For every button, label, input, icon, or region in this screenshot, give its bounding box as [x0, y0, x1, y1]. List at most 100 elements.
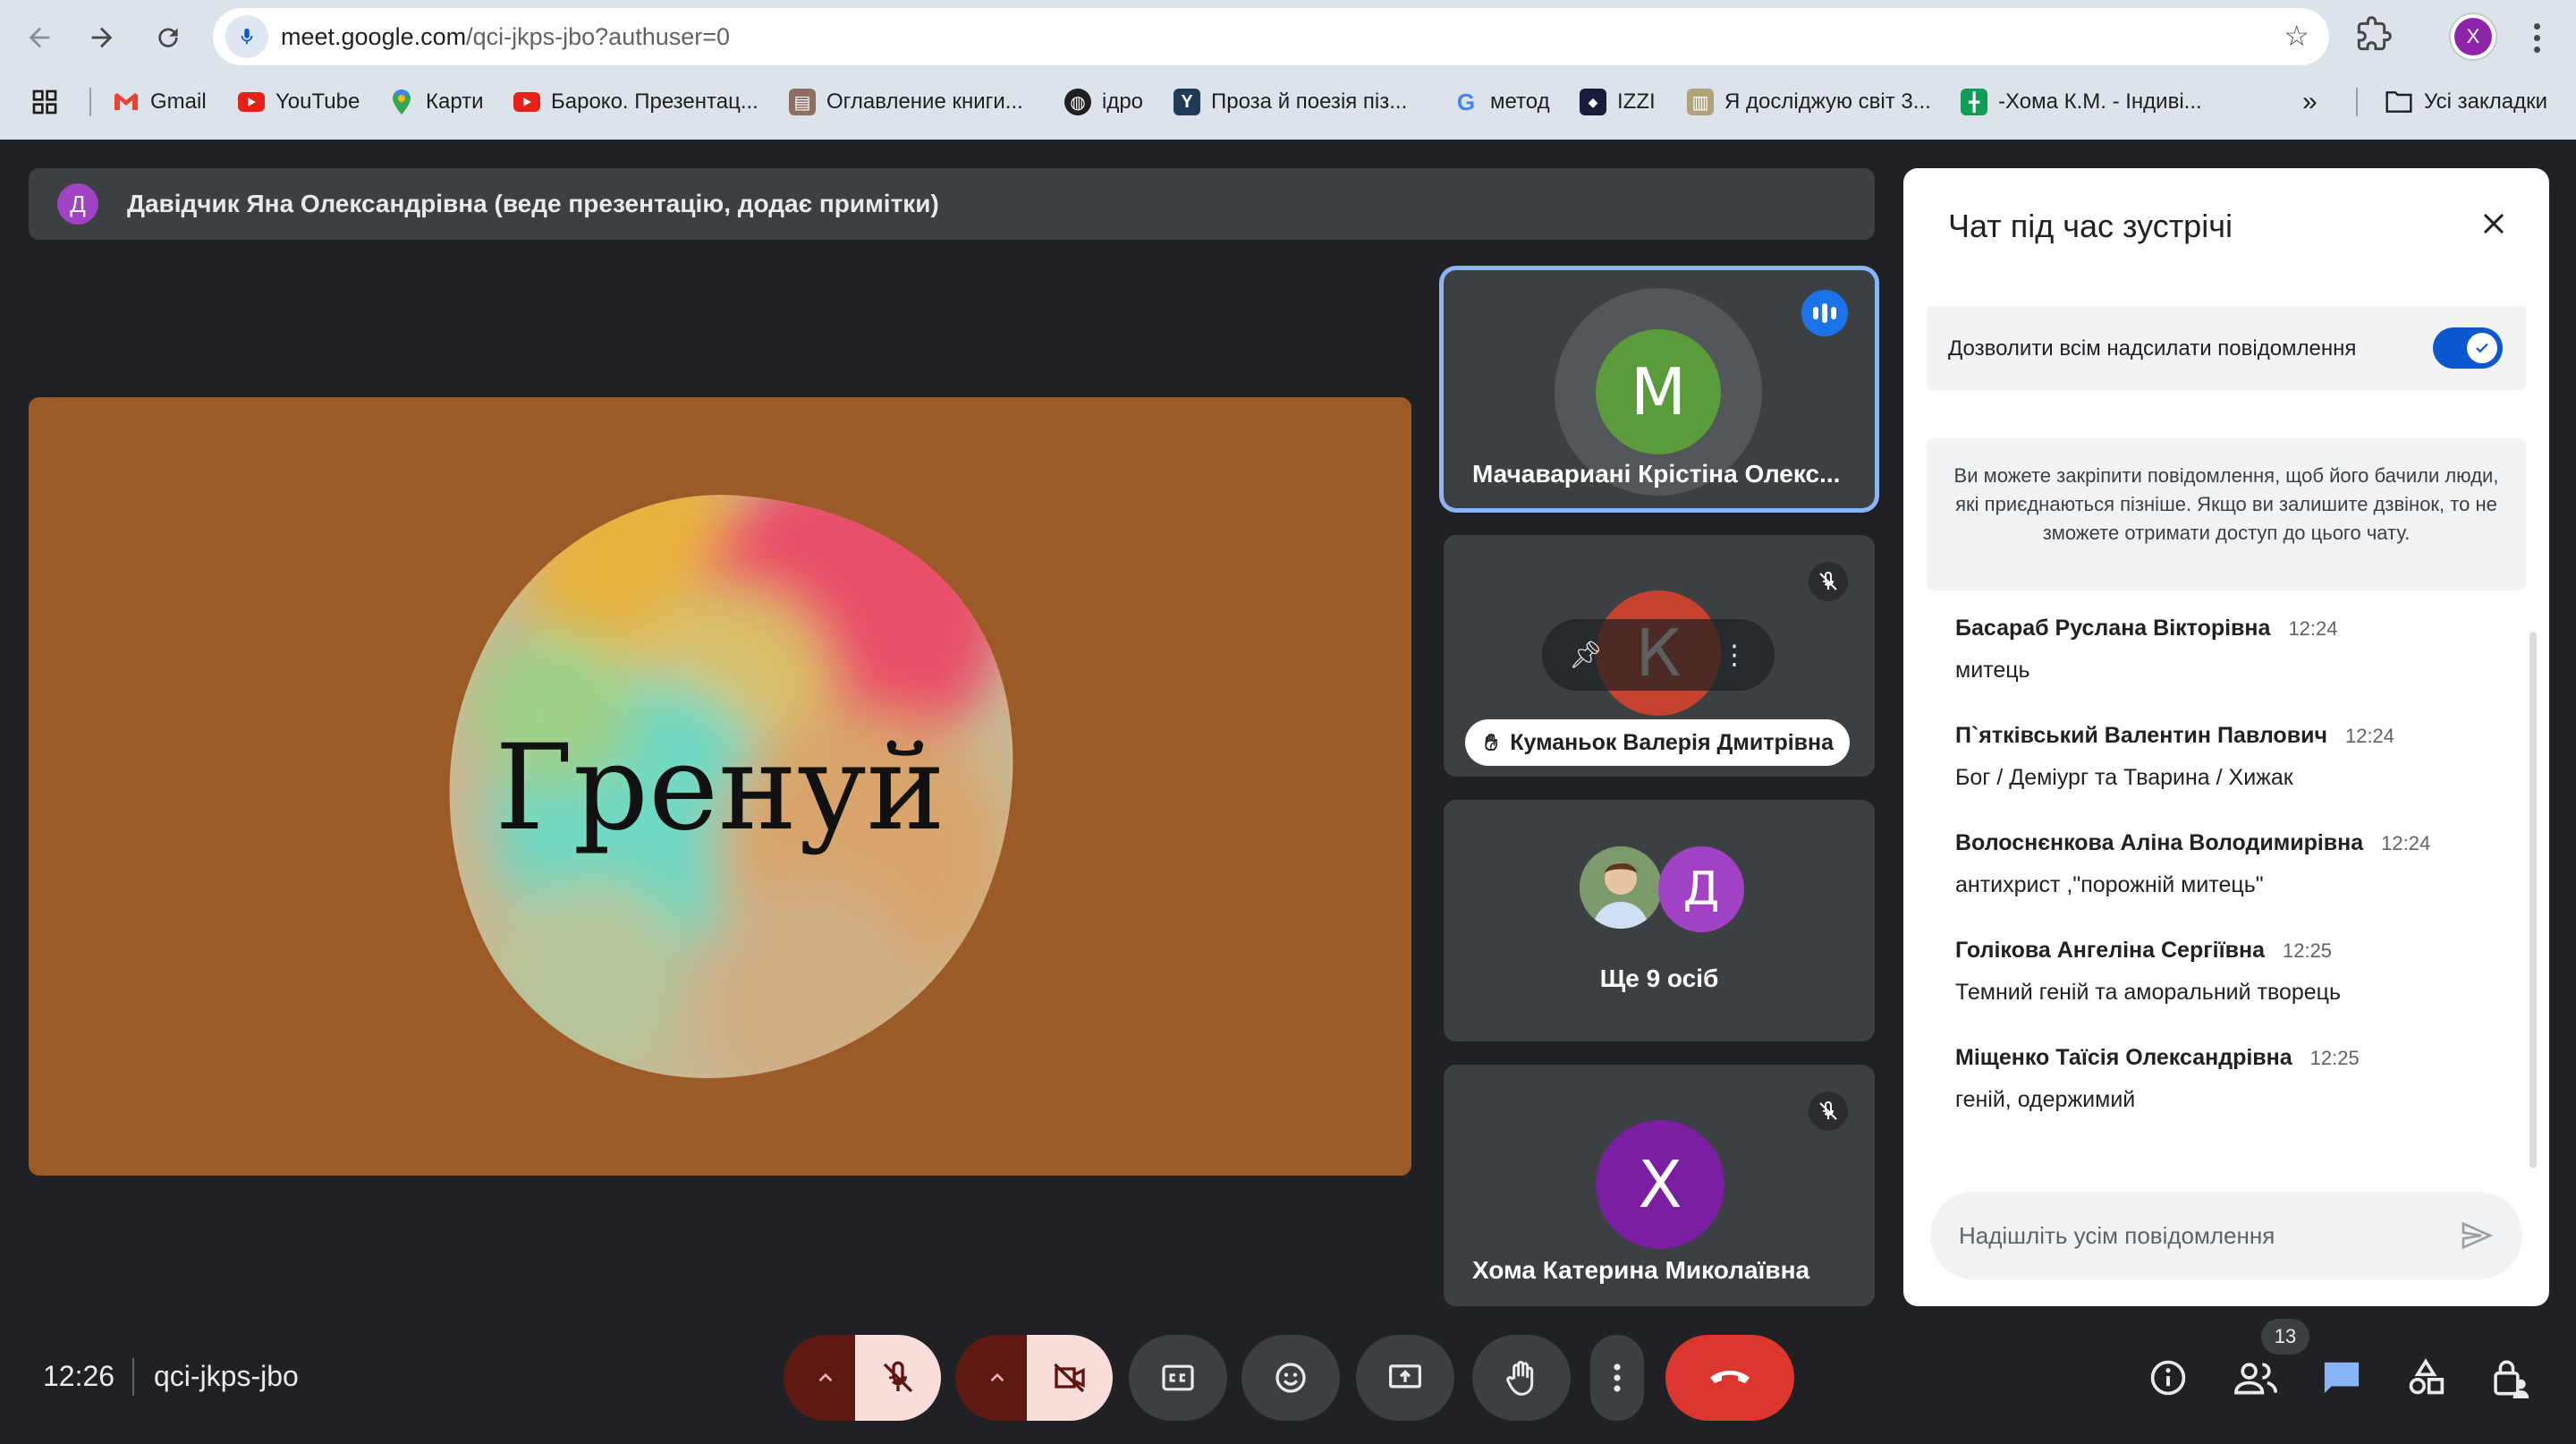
- send-message-button[interactable]: [2456, 1215, 2497, 1256]
- camera-toggle-button[interactable]: [1027, 1335, 1113, 1421]
- reload-button[interactable]: [143, 13, 193, 63]
- participant-tile[interactable]: М Мачавариані Крістіна Олекс...: [1444, 270, 1875, 508]
- meeting-details-button[interactable]: [2141, 1351, 2195, 1405]
- participant-avatar: Х: [1596, 1120, 1724, 1249]
- captions-button[interactable]: [1129, 1335, 1227, 1421]
- chat-message: П`ятківський Валентин Павлович 12:24 Бог …: [1955, 723, 2510, 791]
- raise-hand-button[interactable]: [1472, 1335, 1571, 1421]
- presenter-banner: Д Давідчик Яна Олександрівна (веде презе…: [29, 168, 1875, 240]
- arrow-left-icon: [29, 27, 50, 48]
- apps-grid-button[interactable]: [30, 84, 59, 120]
- raised-hand-icon: ✋︎: [1485, 729, 1498, 755]
- youtube-icon: [238, 92, 265, 112]
- message-text: Темний геній та аморальний творець: [1955, 980, 2342, 1005]
- close-icon: [2483, 213, 2504, 234]
- extensions-button[interactable]: [2356, 16, 2401, 57]
- bookmark-idro[interactable]: ◍ ідро: [1064, 84, 1143, 120]
- camera-off-icon: [1054, 1363, 1085, 1393]
- url-text[interactable]: meet.google.com/qci-jkps-jbo?authuser=0: [281, 23, 730, 51]
- message-sender: П`ятківський Валентин Павлович: [1955, 723, 2327, 748]
- chat-button[interactable]: [2315, 1351, 2368, 1405]
- people-icon: [2234, 1363, 2277, 1395]
- chat-message: Міщенко Таїсія Олександрівна 12:25 геній,…: [1955, 1045, 2510, 1113]
- sheets-icon: ╋: [1961, 89, 1987, 115]
- chevron-up-icon: [990, 1372, 1004, 1382]
- chat-scrollbar[interactable]: [2529, 632, 2537, 1168]
- more-bookmarks-button[interactable]: »: [2302, 84, 2318, 120]
- allow-messages-toggle[interactable]: [2433, 327, 2503, 369]
- bookmark-proza[interactable]: Y Проза й поезія піз...: [1174, 84, 1407, 120]
- back-button[interactable]: [14, 13, 64, 63]
- chrome-menu-button[interactable]: [2519, 16, 2555, 59]
- mic-off-icon: [883, 1361, 913, 1393]
- bookmark-baroque[interactable]: Бароко. Презентац...: [513, 84, 758, 120]
- microphone-icon: [241, 28, 253, 45]
- hang-up-icon: [1710, 1371, 1750, 1383]
- bookmark-metod[interactable]: G метод: [1453, 84, 1550, 120]
- raise-hand-icon: [1506, 1361, 1534, 1396]
- bookmark-label: Карти: [426, 89, 484, 114]
- tile-hover-actions: 📌︎ ⋮: [1542, 619, 1775, 691]
- book-icon: ▤: [789, 89, 816, 115]
- bookmark-izzi[interactable]: ◆ IZZI: [1580, 84, 1656, 120]
- bookmark-gmail[interactable]: Gmail: [113, 84, 207, 120]
- address-bar[interactable]: meet.google.com/qci-jkps-jbo?authuser=0 …: [213, 8, 2329, 65]
- message-time: 12:24: [2381, 832, 2431, 854]
- leave-call-button[interactable]: [1665, 1335, 1794, 1421]
- all-bookmarks-folder[interactable]: Усі закладки: [2385, 84, 2547, 120]
- url-host: meet.google.com: [281, 23, 467, 50]
- presentation-slide: Гренуй: [29, 397, 1411, 1176]
- more-options-icon[interactable]: ⋮: [1721, 640, 1748, 671]
- message-time: 12:24: [2344, 725, 2395, 747]
- reactions-button[interactable]: [1241, 1335, 1340, 1421]
- y-logo-icon: Y: [1174, 89, 1200, 115]
- participant-tile[interactable]: К 📌︎ ⋮ ✋︎ Куманьок Валерія Дмитрівна: [1444, 535, 1875, 777]
- bookmark-youtube[interactable]: YouTube: [238, 84, 360, 120]
- host-controls-button[interactable]: [2483, 1351, 2537, 1405]
- maps-pin-icon: [388, 89, 415, 115]
- pin-icon[interactable]: 📌︎: [1569, 640, 1603, 671]
- google-icon: G: [1456, 88, 1476, 115]
- meeting-clock: 12:26: [43, 1360, 115, 1392]
- youtube-icon: [513, 92, 540, 112]
- message-time: 12:25: [2309, 1047, 2360, 1069]
- bookmark-star-icon[interactable]: ☆: [2284, 19, 2309, 53]
- chat-input-box: [1930, 1192, 2522, 1279]
- bookmark-homa-sheet[interactable]: ╋ -Хома К.М. - Індиві...: [1961, 84, 2202, 120]
- chat-bubble-icon: [2324, 1362, 2360, 1394]
- allow-messages-label: Дозволити всім надсилати повідомлення: [1948, 336, 2357, 361]
- present-screen-button[interactable]: [1356, 1335, 1454, 1421]
- closed-captions-icon: [1162, 1364, 1194, 1391]
- allow-messages-setting: Дозволити всім надсилати повідомлення: [1927, 306, 2526, 390]
- apps-grid-icon: [32, 89, 57, 115]
- gmail-icon: [113, 89, 140, 115]
- browser-chrome: meet.google.com/qci-jkps-jbo?authuser=0 …: [0, 0, 2576, 140]
- bookmark-contents[interactable]: ▤ Оглавление книги...: [789, 84, 1023, 120]
- microphone-toggle-button[interactable]: [855, 1335, 941, 1421]
- bookmark-explore[interactable]: ▥ Я досліджую світ 3...: [1687, 84, 1931, 120]
- bookmark-label: IZZI: [1617, 89, 1656, 114]
- message-sender: Басараб Руслана Вікторівна: [1955, 616, 2271, 641]
- chevron-up-icon: [818, 1372, 833, 1382]
- chat-message-input[interactable]: [1959, 1213, 2460, 1258]
- raised-hand-badge: ✋︎ Куманьок Валерія Дмитрівна: [1465, 719, 1850, 766]
- profile-avatar[interactable]: X: [2454, 18, 2492, 55]
- message-time: 12:24: [2288, 617, 2338, 640]
- participant-name: Мачавариані Крістіна Олекс...: [1472, 460, 1841, 488]
- close-chat-button[interactable]: [2474, 204, 2513, 243]
- people-button[interactable]: [2229, 1351, 2283, 1405]
- bookmark-maps[interactable]: Карти: [388, 84, 484, 120]
- bookmark-label: Бароко. Презентац...: [551, 89, 758, 114]
- more-options-button[interactable]: [1590, 1335, 1644, 1421]
- presenter-avatar: Д: [57, 183, 98, 225]
- others-tile[interactable]: Д Ще 9 осіб: [1444, 800, 1875, 1041]
- bookmark-label: Gmail: [150, 89, 207, 114]
- forward-button[interactable]: [77, 13, 127, 63]
- message-text: антихрист ,"порожній митець": [1955, 872, 2264, 897]
- site-mic-indicator[interactable]: [225, 15, 268, 58]
- book-icon: ▥: [1687, 89, 1714, 115]
- activities-button[interactable]: [2399, 1351, 2453, 1405]
- bookmarks-bar: Gmail YouTube Карти Бароко. Презентац...…: [0, 79, 2576, 125]
- bookmark-label: -Хома К.М. - Індиві...: [1998, 89, 2202, 114]
- participant-tile[interactable]: Х Хома Катерина Миколаївна: [1444, 1065, 1875, 1306]
